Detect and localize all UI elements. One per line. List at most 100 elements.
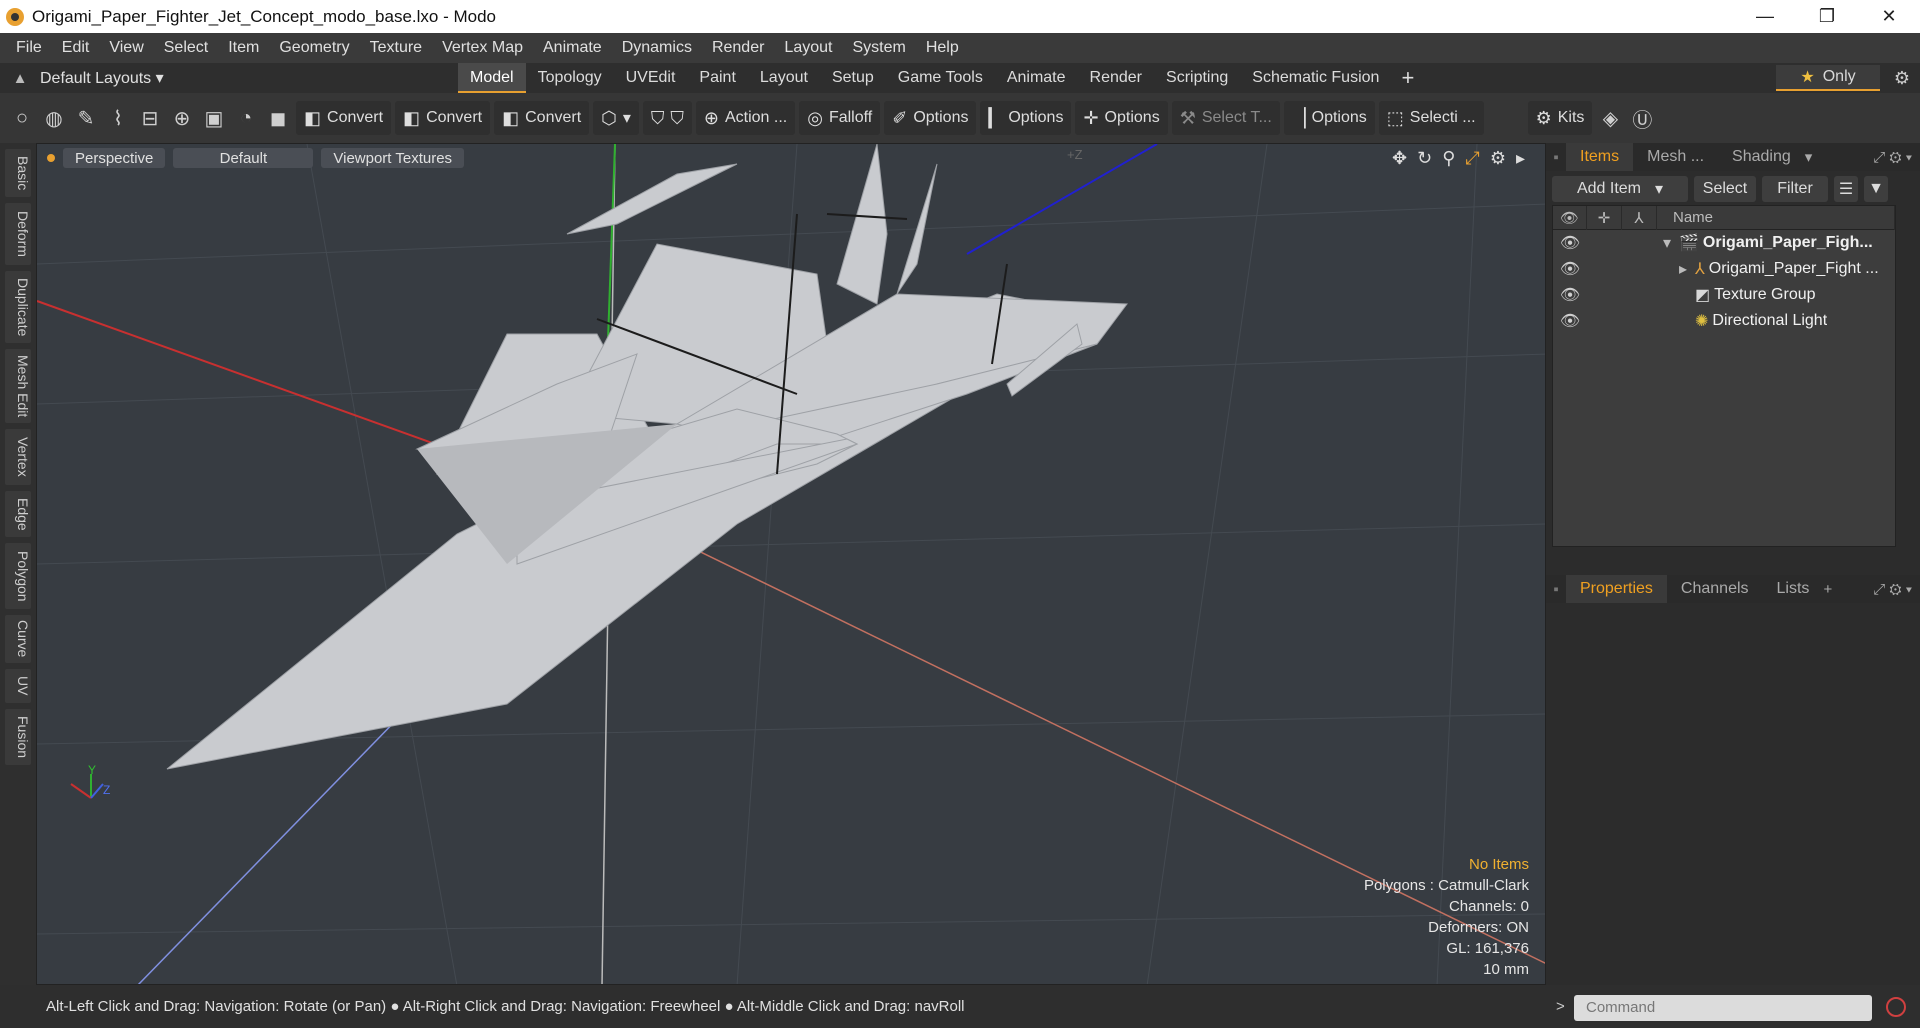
- falloff-button[interactable]: ◎ Falloff: [799, 101, 881, 135]
- expand-arrow-icon[interactable]: ▾: [1663, 233, 1679, 253]
- funnel-icon[interactable]: ▼: [1864, 176, 1888, 202]
- menu-file[interactable]: File: [6, 33, 52, 63]
- tab-lists[interactable]: Lists: [1763, 575, 1824, 603]
- origami-jet-mesh[interactable]: [166, 144, 1128, 770]
- rail-tab-basic[interactable]: Basic: [5, 149, 31, 197]
- convert-button-3[interactable]: ◧ Convert: [494, 101, 590, 135]
- brush-icon[interactable]: ⌇: [104, 101, 132, 135]
- pan-icon[interactable]: ✥: [1392, 148, 1407, 169]
- options-button-1[interactable]: ✐ Options: [884, 101, 977, 135]
- tree-row-scene[interactable]: 👁 ▾ 🎬 Origami_Paper_Figh...: [1553, 230, 1895, 256]
- options-button-2[interactable]: ▎ Options: [980, 101, 1072, 135]
- item-mode-icon[interactable]: ◔: [232, 101, 260, 135]
- tree-row-directional-light[interactable]: 👁 ✺ Directional Light: [1553, 308, 1895, 334]
- menu-system[interactable]: System: [842, 33, 915, 63]
- tab-paint[interactable]: Paint: [687, 63, 747, 93]
- mesh-type-dropdown[interactable]: ⬡ ▾: [593, 101, 639, 135]
- only-toggle[interactable]: ★ Only: [1776, 65, 1880, 91]
- tab-schematic-fusion[interactable]: Schematic Fusion: [1240, 63, 1391, 93]
- list-options-icon[interactable]: ☰: [1834, 176, 1858, 202]
- tab-mesh[interactable]: Mesh ...: [1633, 143, 1718, 171]
- lock-column-icon[interactable]: ✛: [1587, 205, 1622, 230]
- select-button[interactable]: Select: [1694, 176, 1756, 202]
- expand-arrow-icon[interactable]: ▸: [1679, 259, 1695, 279]
- panel-options-icon[interactable]: ⤢ ⚙ ▾: [1873, 581, 1912, 598]
- rail-tab-uv[interactable]: UV: [5, 669, 31, 703]
- add-item-button[interactable]: Add Item ▾: [1552, 176, 1688, 202]
- tree-row-texture-group[interactable]: 👁 ◩ Texture Group: [1553, 282, 1895, 308]
- eye-icon[interactable]: 👁: [1553, 285, 1587, 305]
- viewport-textures-dropdown[interactable]: Viewport Textures: [321, 148, 465, 168]
- filter-button[interactable]: Filter: [1762, 176, 1828, 202]
- tab-render[interactable]: Render: [1078, 63, 1154, 93]
- default-layouts-dropdown[interactable]: ▲ Default Layouts ▾: [0, 63, 164, 93]
- rail-tab-duplicate[interactable]: Duplicate: [5, 271, 31, 343]
- tab-channels[interactable]: Channels: [1667, 575, 1763, 603]
- rail-tab-fusion[interactable]: Fusion: [5, 709, 31, 765]
- command-input[interactable]: Command: [1574, 995, 1872, 1021]
- menu-render[interactable]: Render: [702, 33, 774, 63]
- tab-setup[interactable]: Setup: [820, 63, 886, 93]
- tab-properties[interactable]: Properties: [1566, 575, 1667, 603]
- collapse-arrow-icon[interactable]: ▲: [0, 70, 40, 87]
- tab-items[interactable]: Items: [1566, 143, 1634, 171]
- tab-topology[interactable]: Topology: [526, 63, 614, 93]
- viewport-settings-icon[interactable]: ⚙: [1490, 148, 1506, 169]
- menu-select[interactable]: Select: [154, 33, 218, 63]
- unity-icon[interactable]: ◈: [1596, 101, 1624, 135]
- zoom-icon[interactable]: ⚲: [1442, 148, 1455, 169]
- select-through-button[interactable]: ⚒ Select T...: [1171, 101, 1280, 135]
- viewport-menu-icon[interactable]: [47, 154, 55, 162]
- select-mode-icon[interactable]: ⊟: [136, 101, 164, 135]
- chevron-down-icon[interactable]: ▾: [1805, 148, 1813, 166]
- expand-arrow-icon[interactable]: ▸: [1516, 148, 1525, 169]
- selection-sets-button[interactable]: ⬚ Selecti ...: [1378, 101, 1484, 135]
- 3d-viewport[interactable]: Y Z +Z Perspective Default Viewport Text…: [36, 143, 1546, 985]
- tab-model[interactable]: Model: [458, 63, 526, 93]
- options-button-4[interactable]: ▕ Options: [1283, 101, 1375, 135]
- tab-uvedit[interactable]: UVEdit: [614, 63, 688, 93]
- eye-icon[interactable]: 👁: [1553, 259, 1587, 279]
- menu-item[interactable]: Item: [218, 33, 269, 63]
- menu-animate[interactable]: Animate: [533, 33, 612, 63]
- item-tree[interactable]: 👁 ✛ ⅄ Name 👁 ▾ 🎬 Origami_Paper_Figh... 👁…: [1552, 205, 1896, 547]
- tab-layout[interactable]: Layout: [748, 63, 820, 93]
- rail-tab-edge[interactable]: Edge: [5, 491, 31, 537]
- symmetry-buttons[interactable]: ⛉ ⛉: [642, 101, 692, 135]
- maximize-button[interactable]: ❐: [1796, 0, 1858, 33]
- edge-mode-icon[interactable]: ◍: [40, 101, 68, 135]
- gear-icon[interactable]: ⚙: [1894, 63, 1910, 93]
- minimize-button[interactable]: —: [1734, 0, 1796, 33]
- rail-tab-mesh-edit[interactable]: Mesh Edit: [5, 349, 31, 423]
- tree-row-mesh[interactable]: 👁 ▸ ⅄ Origami_Paper_Fight ...: [1553, 256, 1895, 282]
- pivot-icon[interactable]: ⊕: [168, 101, 196, 135]
- rail-tab-vertex[interactable]: Vertex: [5, 429, 31, 485]
- vertex-mode-icon[interactable]: ○: [8, 101, 36, 135]
- eye-icon[interactable]: 👁: [1553, 233, 1587, 253]
- tab-animate[interactable]: Animate: [995, 63, 1078, 93]
- pen-icon[interactable]: ✎: [72, 101, 100, 135]
- rail-tab-curve[interactable]: Curve: [5, 615, 31, 663]
- close-button[interactable]: ✕: [1858, 0, 1920, 33]
- add-tab-icon[interactable]: +: [1391, 63, 1424, 93]
- convert-button-2[interactable]: ◧ Convert: [395, 101, 491, 135]
- rotate-icon[interactable]: ↻: [1417, 148, 1432, 169]
- rail-tab-deform[interactable]: Deform: [5, 203, 31, 265]
- tab-scripting[interactable]: Scripting: [1154, 63, 1240, 93]
- name-column-header[interactable]: Name: [1657, 205, 1895, 230]
- shading-dropdown[interactable]: Default: [173, 148, 314, 168]
- menu-layout[interactable]: Layout: [774, 33, 842, 63]
- view-type-dropdown[interactable]: Perspective: [63, 148, 166, 168]
- unreal-icon[interactable]: Ⓤ: [1628, 101, 1656, 135]
- tab-shading[interactable]: Shading: [1718, 143, 1805, 171]
- record-macro-icon[interactable]: [1886, 997, 1906, 1017]
- cube-mode-icon[interactable]: ◼: [264, 101, 292, 135]
- rail-tab-polygon[interactable]: Polygon: [5, 543, 31, 609]
- menu-dynamics[interactable]: Dynamics: [612, 33, 702, 63]
- action-center-button[interactable]: ⊕ Action ...: [695, 101, 796, 135]
- menu-view[interactable]: View: [99, 33, 153, 63]
- material-mode-icon[interactable]: ▣: [200, 101, 228, 135]
- eye-icon[interactable]: 👁: [1553, 311, 1587, 331]
- tab-game-tools[interactable]: Game Tools: [886, 63, 995, 93]
- menu-edit[interactable]: Edit: [52, 33, 100, 63]
